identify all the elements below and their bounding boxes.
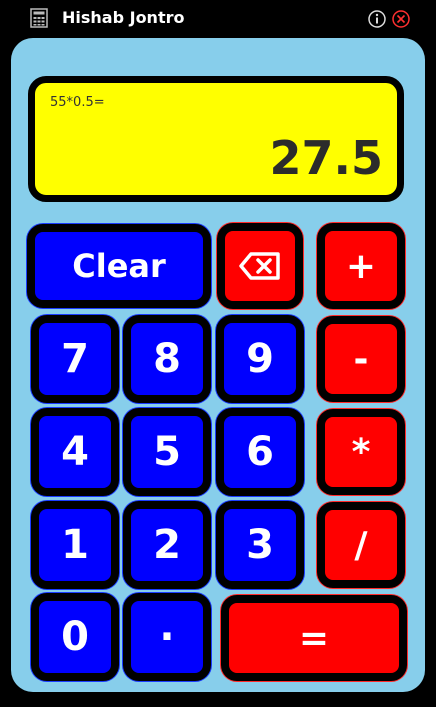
expression-readout: 55*0.5=	[50, 95, 105, 110]
multiply-button[interactable]: *	[317, 409, 405, 495]
display-screen: 55*0.5= 27.5	[28, 76, 404, 202]
digit-9-button[interactable]: 9	[216, 315, 304, 403]
minus-button[interactable]: -	[317, 316, 405, 402]
result-readout: 27.5	[269, 131, 384, 185]
equals-button[interactable]: =	[221, 595, 407, 681]
minus-label: -	[353, 338, 369, 380]
decimal-point-button[interactable]: ·	[123, 593, 211, 681]
multiply-label: *	[351, 431, 371, 473]
digit-6-button[interactable]: 6	[216, 408, 304, 496]
digit-3-label: 3	[246, 522, 274, 568]
digit-4-button[interactable]: 4	[31, 408, 119, 496]
close-icon[interactable]	[392, 10, 410, 28]
divide-button[interactable]: /	[317, 502, 405, 588]
window-title: Hishab Jontro	[62, 8, 185, 27]
digit-6-label: 6	[246, 429, 274, 475]
backspace-button[interactable]	[217, 223, 303, 309]
decimal-point-label: ·	[159, 614, 175, 660]
digit-3-button[interactable]: 3	[216, 501, 304, 589]
info-icon[interactable]	[368, 10, 386, 28]
digit-5-label: 5	[153, 429, 181, 475]
digit-1-button[interactable]: 1	[31, 501, 119, 589]
digit-5-button[interactable]: 5	[123, 408, 211, 496]
digit-2-button[interactable]: 2	[123, 501, 211, 589]
digit-1-label: 1	[61, 522, 89, 568]
digit-7-button[interactable]: 7	[31, 315, 119, 403]
clear-button[interactable]: Clear	[27, 224, 211, 308]
plus-button[interactable]: +	[317, 223, 405, 309]
digit-4-label: 4	[61, 429, 89, 475]
digit-7-label: 7	[61, 336, 89, 382]
digit-9-label: 9	[246, 336, 274, 382]
plus-label: +	[345, 245, 377, 287]
divide-label: /	[354, 524, 368, 566]
clear-label: Clear	[72, 247, 166, 285]
digit-8-button[interactable]: 8	[123, 315, 211, 403]
digit-0-button[interactable]: 0	[31, 593, 119, 681]
digit-0-label: 0	[61, 614, 89, 660]
equals-label: =	[298, 617, 330, 659]
calculator-icon	[30, 8, 48, 28]
backspace-icon	[239, 252, 280, 280]
digit-8-label: 8	[153, 336, 181, 382]
digit-2-label: 2	[153, 522, 181, 568]
title-bar: Hishab Jontro	[0, 0, 436, 36]
